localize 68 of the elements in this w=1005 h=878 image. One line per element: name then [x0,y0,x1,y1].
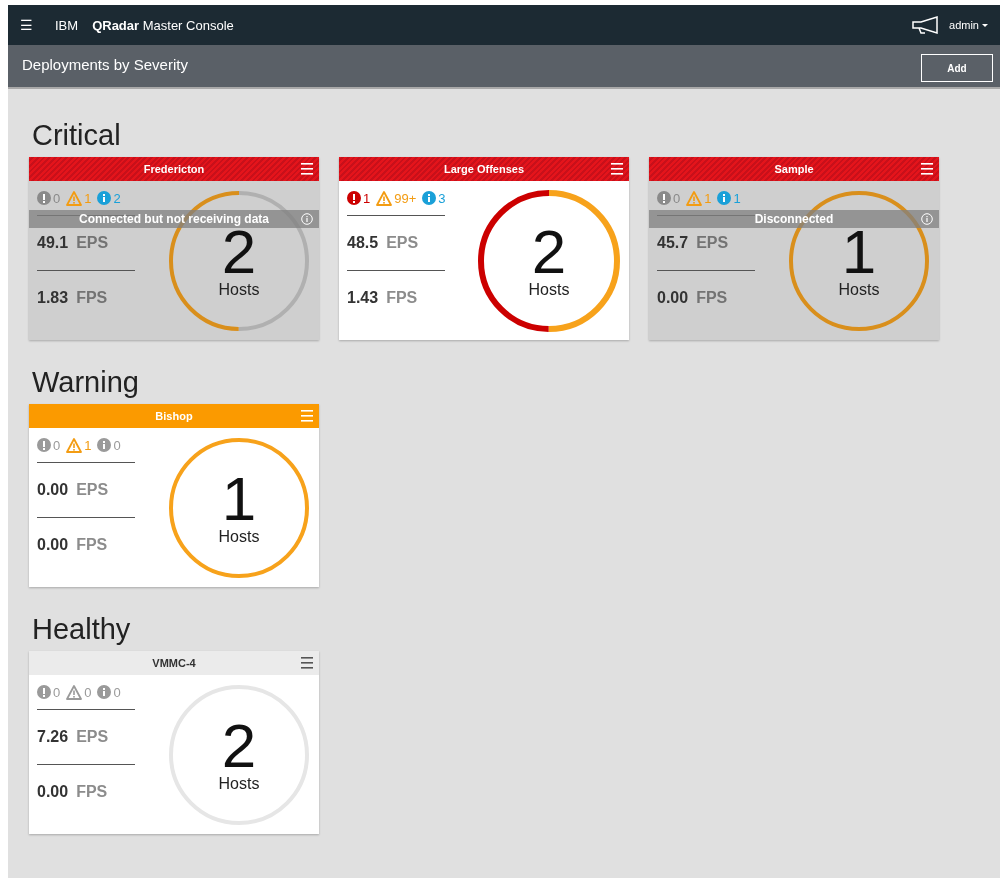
fps-value: 1.83 [37,288,69,308]
alert-count: 2 [113,190,121,206]
fps-label: FPS [696,288,728,308]
section-heading: Warning [32,366,140,399]
fps-label: FPS [386,288,418,308]
alert-count: 0 [84,684,92,700]
alert-count: 0 [673,190,681,206]
menu-icon[interactable] [611,163,623,175]
alert-count: 0 [113,437,121,453]
eps-label: EPS [76,233,109,253]
section-heading: Critical [32,119,122,152]
section-heading: Healthy [32,613,132,646]
alert-count: 0 [53,684,61,700]
menu-icon[interactable] [301,657,313,669]
host-count: 1 [841,223,877,281]
eps-value: 48.5 [347,233,379,253]
add-button[interactable]: Add [921,54,993,82]
alert-count: 1 [363,190,371,206]
hosts-label: Hosts [218,528,260,546]
alert-count: 3 [438,190,446,206]
alert-count: 1 [84,190,92,206]
eps-label: EPS [76,480,109,500]
alert-count: 0 [53,190,61,206]
megaphone-icon[interactable] [911,15,940,35]
menu-icon[interactable] [921,163,933,175]
caret-icon [982,23,988,27]
eps-value: 45.7 [657,233,689,253]
host-count: 2 [531,223,567,281]
alert-count: 1 [704,190,712,206]
eps-label: EPS [76,727,109,747]
fps-label: FPS [76,535,108,555]
deployment-name: Bishop [155,410,193,422]
eps-label: EPS [386,233,419,253]
deployment-name: Fredericton [143,163,205,175]
eps-value: 0.00 [37,480,69,500]
info-icon[interactable] [301,213,313,225]
alert-count: 0 [113,684,121,700]
deployment-name: Sample [774,163,814,175]
fps-value: 1.43 [347,288,379,308]
fps-value: 0.00 [37,782,69,802]
user-menu[interactable]: admin [949,19,988,31]
info-icon[interactable] [921,213,933,225]
alert-count: 0 [53,437,61,453]
hosts-label: Hosts [528,281,570,299]
host-count: 1 [221,470,257,528]
product-title: QRadar Master Console [92,17,234,33]
eps-value: 7.26 [37,727,69,747]
fps-value: 0.00 [657,288,689,308]
fps-value: 0.00 [37,535,69,555]
fps-label: FPS [76,288,108,308]
fps-label: FPS [76,782,108,802]
deployment-name: Large Offenses [443,163,525,175]
alert-count: 1 [84,437,92,453]
eps-value: 49.1 [37,233,69,253]
brand-name: IBM [55,17,79,33]
hosts-label: Hosts [838,281,880,299]
status-text: Connected but not receiving data [79,212,269,226]
eps-label: EPS [696,233,729,253]
alert-count: 99+ [394,190,417,206]
menu-icon[interactable] [301,163,313,175]
hosts-label: Hosts [218,281,260,299]
hosts-label: Hosts [218,775,260,793]
menu-button[interactable]: ☰ [20,17,33,33]
deployment-name: VMMC-4 [152,657,196,669]
page-title: Deployments by Severity [22,55,188,73]
alert-count: 1 [733,190,741,206]
status-text: Disconnected [754,212,834,226]
host-count: 2 [221,717,257,775]
